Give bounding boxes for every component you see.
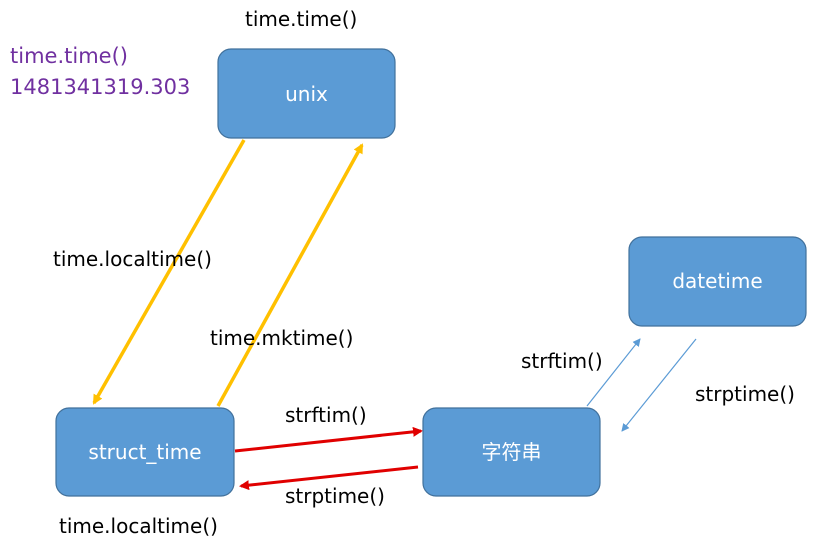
label-side-timestamp: 1481341319.303: [10, 75, 190, 99]
arrow-localtime-unix-to-struct: [92, 139, 246, 405]
label-top-time-time: time.time(): [245, 7, 357, 31]
node-datetime: datetime: [628, 236, 807, 327]
node-string: 字符串: [422, 407, 601, 497]
label-localtime-bottom: time.localtime(): [59, 514, 218, 538]
node-struct-time: struct_time: [55, 407, 235, 497]
node-string-label: 字符串: [482, 440, 542, 464]
label-localtime-left: time.localtime(): [53, 247, 212, 271]
node-datetime-label: datetime: [672, 269, 762, 293]
label-strptime-right: strptime(): [695, 382, 795, 406]
label-mktime: time.mktime(): [210, 326, 353, 350]
label-strptime-bottom: strptime(): [285, 484, 385, 508]
node-unix-label: unix: [285, 82, 328, 106]
node-struct-time-label: struct_time: [88, 440, 201, 464]
label-side-time-time: time.time(): [10, 44, 128, 68]
arrow-strftim-struct-to-string: [234, 426, 423, 453]
node-unix: unix: [217, 48, 396, 139]
time-conversion-diagram: unix struct_time 字符串 datetime time.time(…: [10, 7, 807, 538]
arrow-mktime-struct-to-unix: [216, 143, 364, 407]
label-strftim-bottom: strftim(): [285, 403, 367, 427]
label-strftim-right: strftim(): [521, 349, 603, 373]
arrow-strptime-datetime-to-string: [621, 338, 697, 432]
